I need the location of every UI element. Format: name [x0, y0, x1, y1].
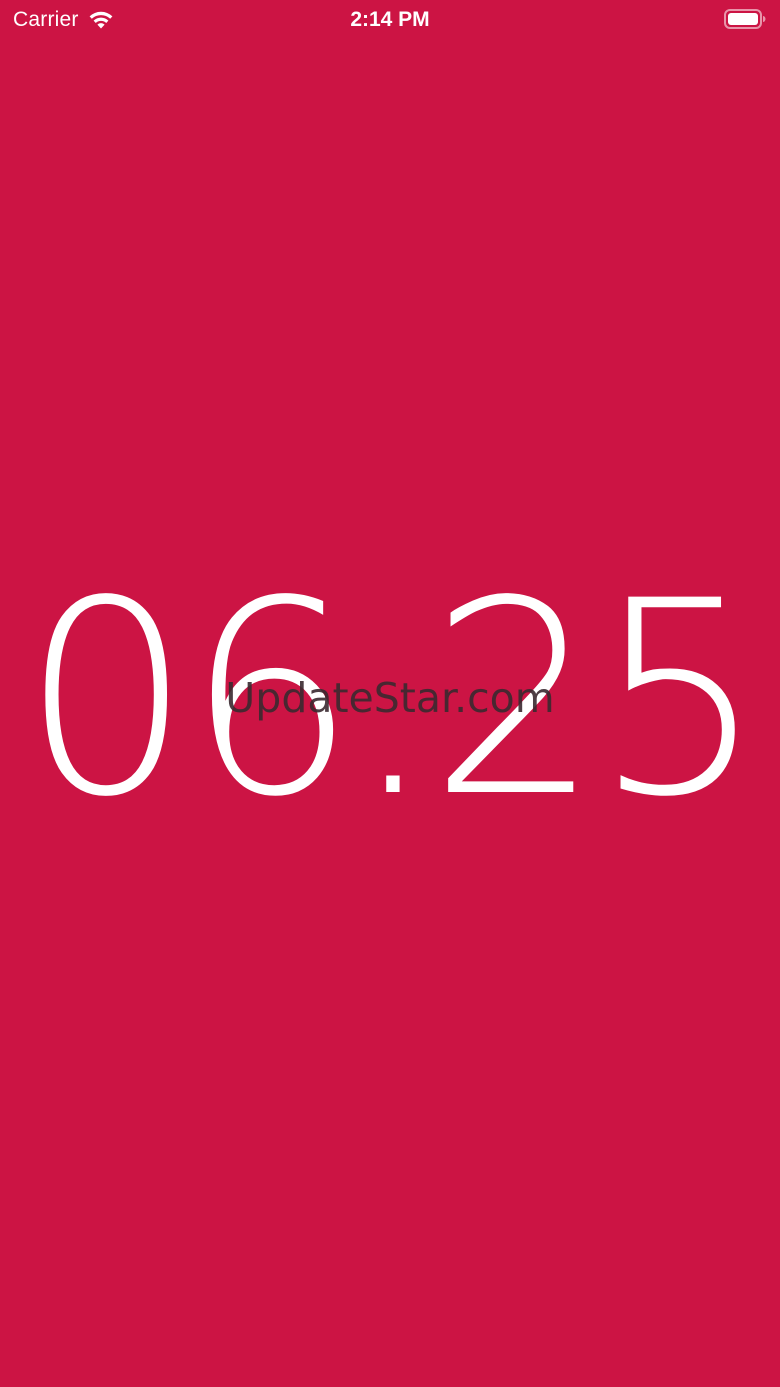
status-time: 2:14 PM [350, 8, 430, 31]
watermark-text: UpdateStar.com [225, 674, 555, 722]
battery-full-icon [724, 9, 766, 29]
status-bar: Carrier 2:14 PM [0, 0, 780, 40]
